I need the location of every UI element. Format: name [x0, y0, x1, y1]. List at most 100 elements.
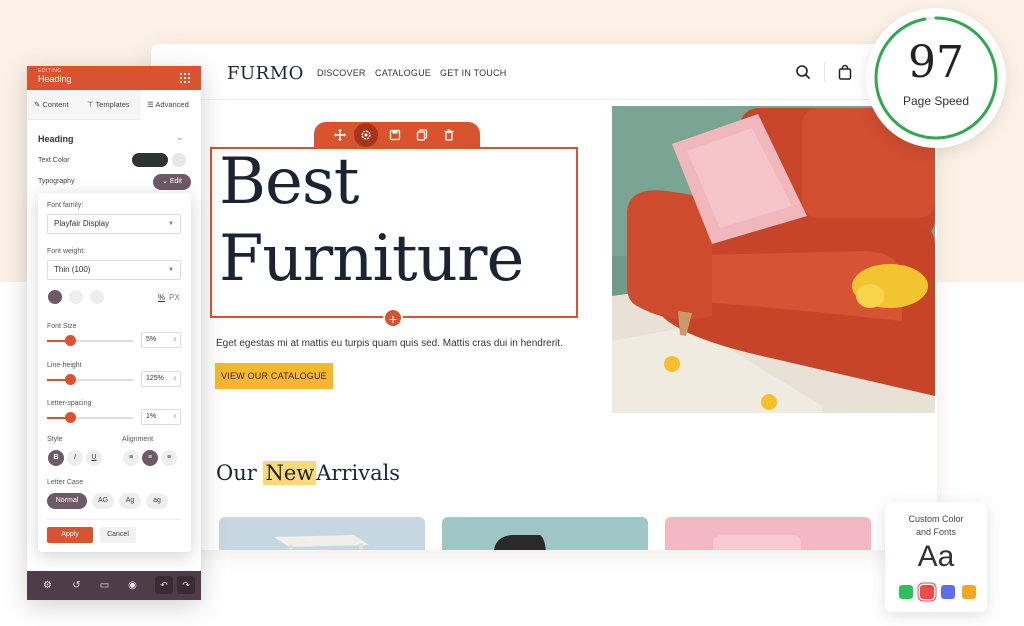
- tab-content-label: Content: [42, 100, 69, 109]
- history-icon[interactable]: ↺: [70, 579, 83, 592]
- case-capitalize-button[interactable]: Ag: [119, 493, 141, 509]
- undo-icon[interactable]: ↶: [155, 576, 173, 594]
- settings-icon[interactable]: ⚙: [41, 579, 54, 592]
- nav-get-in-touch[interactable]: GET IN TOUCH: [440, 68, 506, 78]
- product-card-1[interactable]: [219, 517, 425, 550]
- popover-divider: [47, 519, 181, 520]
- tablet-icon[interactable]: [69, 290, 83, 304]
- copy-icon[interactable]: [416, 129, 428, 141]
- tab-templates[interactable]: ⊤ Templates: [84, 90, 141, 120]
- hero-heading[interactable]: Best Furniture: [219, 144, 524, 298]
- plus-icon[interactable]: +: [383, 308, 403, 328]
- hero-sofa-image: [612, 106, 935, 413]
- letter-spacing-slider[interactable]: [47, 417, 133, 419]
- caret-down-icon: ▼: [168, 221, 174, 227]
- grid-icon[interactable]: [179, 72, 191, 84]
- bag-icon[interactable]: [837, 64, 853, 80]
- redo-icon[interactable]: ↷: [177, 576, 195, 594]
- site-logo[interactable]: FURMO: [227, 63, 304, 84]
- unit-percent[interactable]: %: [158, 293, 165, 302]
- mobile-icon[interactable]: [90, 290, 104, 304]
- letter-spacing-input[interactable]: 1% ⇕: [141, 409, 181, 425]
- desktop-icon[interactable]: [48, 290, 62, 304]
- italic-button[interactable]: I: [67, 450, 83, 466]
- style-label: Style: [47, 436, 63, 443]
- product-card-3[interactable]: [665, 517, 871, 550]
- trash-icon[interactable]: [443, 129, 455, 141]
- palette-icon[interactable]: [172, 153, 186, 167]
- align-center-icon[interactable]: ≡: [142, 450, 158, 466]
- align-left-icon[interactable]: ≡: [123, 450, 139, 466]
- font-size-input[interactable]: 5% ⇕: [141, 332, 181, 348]
- panel-header: EDITING Heading: [27, 66, 201, 90]
- custom-title-line-1: Custom Color: [908, 514, 964, 524]
- line-height-slider[interactable]: [47, 379, 133, 381]
- caret-down-icon: ▼: [168, 267, 174, 273]
- list-icon: ☰: [147, 100, 154, 109]
- cancel-button[interactable]: Cancel: [100, 527, 136, 543]
- chevron-down-icon[interactable]: ⌄: [176, 132, 184, 143]
- tab-advanced[interactable]: ☰ Advanced: [141, 90, 201, 120]
- panel-tabs: ✎ Content ⊤ Templates ☰ Advanced: [27, 90, 201, 120]
- paint-roller-icon: ⊤: [87, 100, 94, 109]
- hero-heading-line-1: Best: [219, 145, 359, 219]
- nav-catalogue[interactable]: CATALOGUE: [375, 68, 431, 78]
- font-size-label: Font Size: [47, 323, 77, 330]
- tab-content[interactable]: ✎ Content: [27, 90, 84, 120]
- font-sample: Aa: [917, 540, 955, 573]
- line-height-value: 125%: [146, 375, 164, 382]
- panel-title: Heading: [38, 74, 72, 84]
- page-speed-label: Page Speed: [902, 94, 970, 108]
- section-heading[interactable]: Heading: [38, 134, 74, 144]
- color-swatch-orange[interactable]: [962, 585, 976, 599]
- nav-discover[interactable]: DISCOVER: [317, 68, 366, 78]
- settings-icon[interactable]: [360, 129, 372, 141]
- line-height-label: Line-height: [47, 362, 82, 369]
- typography-edit-label: Edit: [169, 178, 182, 185]
- case-normal-button[interactable]: Normal: [47, 493, 87, 509]
- color-swatch-green[interactable]: [899, 585, 913, 599]
- hero-heading-line-2: Furniture: [219, 222, 524, 296]
- align-right-icon[interactable]: ≡: [161, 450, 177, 466]
- typography-popover: Font family: Playfair Display ▼ Font wei…: [38, 193, 191, 552]
- font-family-value: Playfair Display: [54, 219, 110, 228]
- font-size-slider[interactable]: [47, 340, 133, 342]
- color-swatch-red[interactable]: [920, 585, 934, 599]
- page-speed-badge: 97 Page Speed: [866, 8, 1006, 148]
- line-height-slider-handle[interactable]: [65, 374, 76, 385]
- typography-label: Typography: [38, 178, 75, 185]
- font-family-select[interactable]: Playfair Display ▼: [47, 214, 181, 234]
- text-color-label: Text Color: [38, 157, 70, 164]
- product-card-2[interactable]: [442, 517, 648, 550]
- typography-edit-button[interactable]: ⌄ Edit: [153, 174, 191, 190]
- site-nav: FURMO DISCOVER CATALOGUE GET IN TOUCH: [151, 44, 937, 100]
- preview-eye-icon[interactable]: ◉: [126, 579, 139, 592]
- font-size-value: 5%: [146, 336, 157, 343]
- pencil-icon: ✎: [34, 100, 41, 109]
- stepper-icon: ⇕: [172, 414, 177, 420]
- color-swatch-blue[interactable]: [941, 585, 955, 599]
- bold-button[interactable]: B: [48, 450, 64, 466]
- chevron-down-icon: ⌄: [162, 178, 168, 185]
- save-icon[interactable]: [389, 129, 401, 141]
- letter-spacing-label: Letter-spacing: [47, 400, 92, 407]
- move-icon[interactable]: [334, 129, 346, 141]
- search-icon[interactable]: [795, 64, 811, 80]
- page-speed-score: 97: [908, 37, 964, 88]
- case-upper-button[interactable]: AG: [92, 493, 114, 509]
- view-catalogue-button[interactable]: VIEW OUR CATALOGUE: [215, 363, 333, 389]
- letter-spacing-slider-handle[interactable]: [65, 412, 76, 423]
- unit-px[interactable]: PX: [169, 293, 180, 302]
- font-weight-select[interactable]: Thin (100) ▼: [47, 260, 181, 280]
- text-color-swatch[interactable]: [132, 153, 168, 167]
- arrivals-heading-post: Arrivals: [316, 461, 401, 485]
- font-size-slider-handle[interactable]: [65, 335, 76, 346]
- responsive-icon[interactable]: ▭: [98, 579, 111, 592]
- case-lower-button[interactable]: ag: [146, 493, 168, 509]
- website-preview: FURMO DISCOVER CATALOGUE GET IN TOUCH Be…: [151, 44, 937, 550]
- stepper-icon: ⇕: [172, 376, 177, 382]
- line-height-input[interactable]: 125% ⇕: [141, 371, 181, 387]
- apply-button[interactable]: Apply: [47, 527, 93, 543]
- arrivals-heading-pre: Our: [216, 461, 257, 485]
- underline-button[interactable]: U: [86, 450, 102, 466]
